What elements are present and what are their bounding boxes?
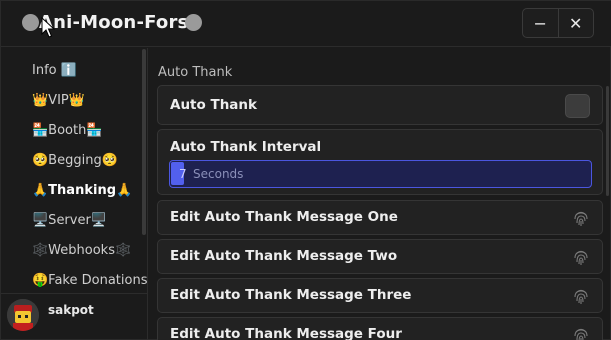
sidebar-item-label: 🏪Booth🏪: [32, 122, 103, 138]
message-three-button[interactable]: Edit Auto Thank Message Three: [157, 278, 603, 313]
sidebar[interactable]: Info ℹ️ 👑VIP👑 🏪Booth🏪 🥺Begging🥺 🙏Thankin…: [1, 48, 147, 293]
sidebar-item-info[interactable]: Info ℹ️: [32, 58, 77, 82]
title-decoration-left-icon: [22, 14, 39, 31]
message-one-button[interactable]: Edit Auto Thank Message One: [157, 200, 603, 235]
window-controls: − ✕: [522, 8, 594, 38]
sidebar-item-label: 🖥️Server🖥️: [32, 212, 108, 228]
sidebar-item-webhooks[interactable]: 🕸️Webhooks🕸️: [32, 238, 131, 262]
username: sakpot: [48, 303, 94, 317]
sidebar-item-thanking[interactable]: 🙏Thanking🙏: [32, 178, 132, 202]
title-bar[interactable]: Ani-Moon-Fors − ✕: [1, 1, 611, 47]
content-scrollbar[interactable]: [606, 86, 609, 196]
message-one-label: Edit Auto Thank Message One: [170, 209, 398, 225]
mouse-cursor-icon: [41, 17, 55, 38]
message-two-button[interactable]: Edit Auto Thank Message Two: [157, 239, 603, 274]
app-window: Ani-Moon-Fors − ✕ Info ℹ️ 👑VIP👑 🏪Booth🏪 …: [0, 0, 611, 340]
sidebar-item-booth[interactable]: 🏪Booth🏪: [32, 118, 103, 142]
interval-value: 7: [179, 167, 187, 181]
fingerprint-icon: [574, 328, 588, 340]
auto-thank-toggle[interactable]: [565, 94, 590, 118]
sidebar-item-label: 🕸️Webhooks🕸️: [32, 242, 132, 258]
interval-label: Auto Thank Interval: [170, 139, 322, 155]
close-button[interactable]: ✕: [557, 9, 594, 37]
fingerprint-icon: [574, 211, 588, 226]
avatar-icon: [7, 299, 39, 331]
section-title: Auto Thank: [158, 65, 233, 80]
sidebar-item-label: 🙏Thanking🙏: [32, 182, 133, 198]
interval-card: Auto Thank Interval 7 Seconds: [157, 129, 603, 195]
minimize-button[interactable]: −: [523, 9, 558, 37]
sidebar-item-server[interactable]: 🖥️Server🖥️: [32, 208, 107, 232]
avatar: [7, 299, 39, 331]
close-icon: ✕: [569, 13, 583, 33]
sidebar-scrollbar[interactable]: [142, 49, 146, 235]
auto-thank-label: Auto Thank: [170, 97, 258, 113]
fingerprint-icon: [574, 289, 588, 304]
sidebar-item-begging[interactable]: 🥺Begging🥺: [32, 148, 118, 172]
sidebar-item-vip[interactable]: 👑VIP👑: [32, 88, 85, 112]
minimize-icon: −: [533, 13, 547, 33]
user-divider: [1, 293, 147, 294]
sidebar-item-fake-donations[interactable]: 🤑Fake Donations: [32, 268, 147, 292]
message-four-label: Edit Auto Thank Message Four: [170, 326, 402, 340]
sidebar-divider: [147, 48, 148, 340]
sidebar-item-label: 🥺Begging🥺: [32, 152, 118, 168]
sidebar-item-label: Info ℹ️: [32, 62, 77, 78]
auto-thank-toggle-card[interactable]: Auto Thank: [157, 85, 603, 125]
sidebar-item-label: 🤑Fake Donations: [32, 272, 147, 288]
interval-placeholder: Seconds: [193, 167, 244, 181]
interval-input[interactable]: 7 Seconds: [169, 160, 592, 188]
title-decoration-right-icon: [185, 14, 202, 31]
message-two-label: Edit Auto Thank Message Two: [170, 248, 398, 264]
window-title: Ani-Moon-Fors: [39, 12, 189, 33]
message-four-button[interactable]: Edit Auto Thank Message Four: [157, 317, 603, 340]
message-three-label: Edit Auto Thank Message Three: [170, 287, 412, 303]
sidebar-item-label: 👑VIP👑: [32, 92, 85, 108]
fingerprint-icon: [574, 250, 588, 265]
